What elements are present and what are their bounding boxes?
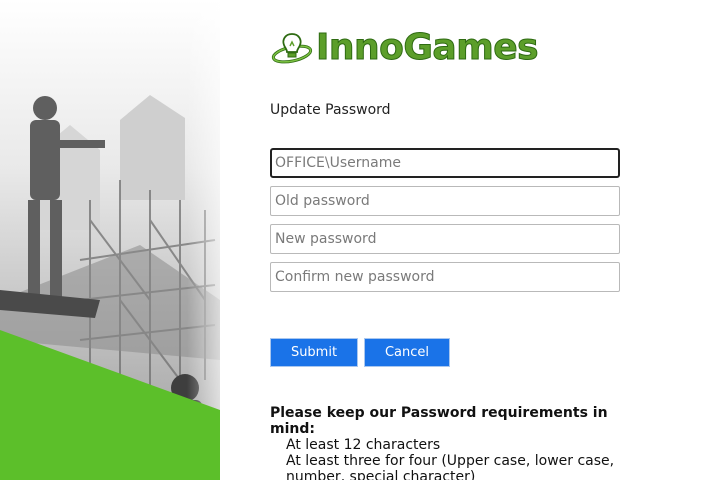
side-illustration: [0, 0, 220, 480]
login-page: InnoGames Update Password Submit Cancel …: [0, 0, 720, 480]
innogames-logo: InnoGames: [270, 27, 539, 68]
game-artwork-image: [0, 0, 220, 480]
requirement-item: At least 12 characters: [286, 437, 441, 453]
cancel-button[interactable]: Cancel: [364, 338, 450, 367]
requirements-heading: Please keep our Password requirements in…: [270, 405, 608, 437]
lightbulb-orbit-icon: [271, 33, 313, 64]
password-requirements: Please keep our Password requirements in…: [270, 405, 630, 480]
confirm-password-field[interactable]: [270, 262, 620, 292]
old-password-field[interactable]: [270, 186, 620, 216]
new-password-field[interactable]: [270, 224, 620, 254]
page-title: Update Password: [270, 102, 391, 118]
logo-wordmark: InnoGames: [315, 27, 539, 68]
requirement-item: At least three for four (Upper case, low…: [286, 453, 615, 480]
requirements-list: At least 12 characters At least three fo…: [270, 437, 630, 480]
username-field[interactable]: [270, 148, 620, 178]
submit-button[interactable]: Submit: [270, 338, 358, 367]
